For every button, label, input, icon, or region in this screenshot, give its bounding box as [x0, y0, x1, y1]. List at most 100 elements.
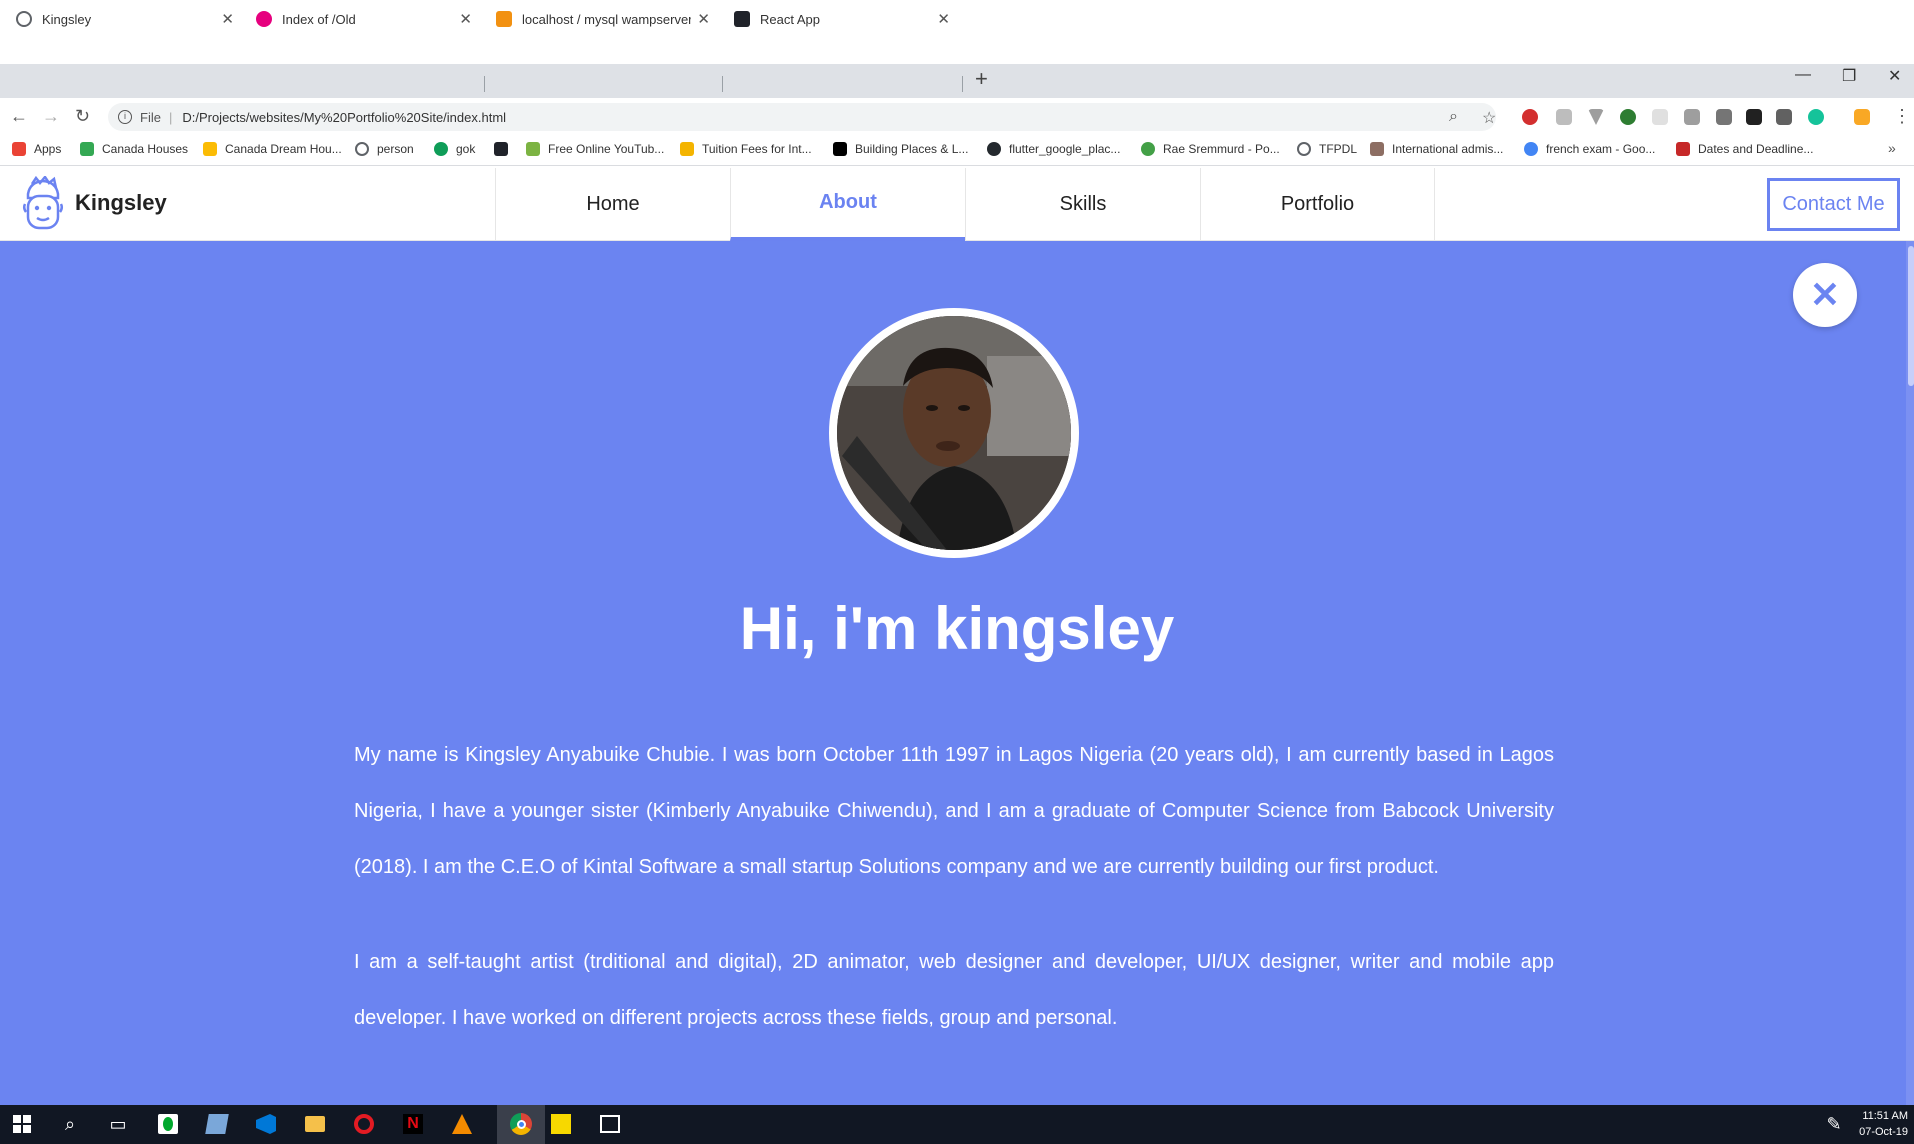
bio-paragraph-2: I am a self-taught artist (trditional an… — [354, 951, 1554, 1029]
bookmark-star-icon[interactable]: ☆ — [1482, 108, 1496, 128]
tab-separator — [722, 76, 723, 92]
extension-gray-icon[interactable] — [1556, 109, 1572, 125]
nav-skills[interactable]: Skills — [965, 168, 1200, 241]
crest-icon — [1676, 142, 1690, 156]
bookmark-label: TFPDL — [1319, 142, 1358, 156]
house-icon — [203, 142, 217, 156]
photos-icon[interactable] — [598, 1112, 622, 1136]
bookmark-react[interactable] — [494, 142, 516, 156]
tab-kingsley[interactable]: Kingsley ✕ — [6, 4, 244, 34]
face-logo-icon[interactable] — [22, 176, 64, 232]
bookmark-label: person — [377, 142, 414, 156]
music-icon — [1141, 142, 1155, 156]
clock-date: 07-Oct-19 — [1859, 1126, 1908, 1138]
file-explorer-icon[interactable] — [303, 1112, 327, 1136]
tab-react-app[interactable]: React App ✕ — [724, 4, 960, 34]
contact-me-button[interactable]: Contact Me — [1767, 178, 1900, 231]
extension-cursor-icon[interactable] — [1746, 109, 1762, 125]
bookmark-label: Apps — [34, 142, 62, 156]
bookmark-french-exam[interactable]: french exam - Goo... — [1524, 142, 1655, 156]
extension-doc-icon[interactable] — [1652, 109, 1668, 125]
extension-pdf-icon[interactable] — [1684, 109, 1700, 125]
bookmark-label: flutter_google_plac... — [1009, 142, 1121, 156]
bookmark-dates[interactable]: Dates and Deadline... — [1676, 142, 1813, 156]
bio-paragraph-1: My name is Kingsley Anyabuike Chubie. I … — [354, 744, 1554, 878]
close-tab-icon[interactable]: ✕ — [221, 10, 234, 28]
nav-portfolio[interactable]: Portfolio — [1200, 168, 1435, 241]
bookmark-label: french exam - Goo... — [1546, 142, 1656, 156]
brand-name[interactable]: Kingsley — [75, 190, 167, 216]
bookmark-tfpdl[interactable]: TFPDL — [1297, 142, 1357, 156]
react-icon — [494, 142, 508, 156]
tab-title: localhost / mysql wampserver / s — [522, 11, 692, 27]
about-headline: Hi, i'm kingsley — [739, 595, 1175, 662]
bookmark-tuition[interactable]: Tuition Fees for Int... — [680, 142, 812, 156]
bookmark-github[interactable]: flutter_google_plac... — [987, 142, 1120, 156]
chrome-icon[interactable] — [509, 1112, 533, 1136]
opera-icon[interactable] — [352, 1112, 376, 1136]
restore-icon[interactable]: ❐ — [1842, 66, 1856, 86]
browser-tab-strip — [0, 64, 1914, 98]
zoom-icon[interactable]: ⌕ — [1449, 108, 1458, 126]
bookmark-label: Canada Dream Hou... — [225, 142, 342, 156]
vscode-icon[interactable] — [254, 1112, 278, 1136]
nav-about[interactable]: About — [730, 168, 965, 241]
profile-avatar-icon[interactable] — [1854, 109, 1870, 125]
netflix-icon[interactable]: N — [401, 1112, 425, 1136]
extension-camera-icon[interactable] — [1716, 109, 1732, 125]
forward-arrow-icon[interactable]: → — [42, 106, 60, 127]
back-arrow-icon[interactable]: ← — [10, 106, 28, 127]
tab-phpmyadmin[interactable]: localhost / mysql wampserver / s ✕ — [486, 4, 720, 34]
scrollbar-thumb[interactable] — [1908, 246, 1914, 386]
extension-adblock-icon[interactable] — [1522, 109, 1538, 125]
shield-icon — [1370, 142, 1384, 156]
window-close-icon[interactable]: ✕ — [1888, 66, 1901, 86]
minimize-icon[interactable]: — — [1795, 66, 1811, 84]
address-bar[interactable]: i File | D:/Projects/websites/My%20Portf… — [108, 103, 1496, 131]
bookmark-canada-dream[interactable]: Canada Dream Hou... — [203, 142, 342, 156]
globe-icon — [355, 142, 369, 156]
search-icon[interactable]: ⌕ — [58, 1112, 82, 1136]
bookmark-medium[interactable]: Building Places & L... — [833, 142, 968, 156]
tab-title: Kingsley — [42, 11, 92, 27]
sticky-notes-icon[interactable] — [549, 1112, 573, 1136]
close-about-button[interactable]: ✕ — [1793, 263, 1857, 327]
reload-icon[interactable]: ↻ — [75, 106, 90, 127]
google-icon — [1524, 142, 1538, 156]
house-icon — [80, 142, 94, 156]
bookmark-gok[interactable]: gok — [434, 142, 475, 156]
pen-workspace-icon[interactable]: ✎ — [1822, 1112, 1846, 1136]
bookmark-label: Canada Houses — [102, 142, 189, 156]
close-tab-icon[interactable]: ✕ — [697, 10, 710, 28]
browser-menu-icon[interactable]: ⋮ — [1893, 106, 1911, 127]
windows-taskbar — [0, 1105, 1914, 1144]
windows-start-icon[interactable] — [10, 1112, 34, 1136]
bookmark-label: Free Online YouTub... — [548, 142, 665, 156]
profile-photo-image — [837, 316, 1071, 550]
bookmark-rae-sremmurd[interactable]: Rae Sremmurd - Po... — [1141, 142, 1280, 156]
evernote-icon[interactable] — [156, 1112, 180, 1136]
bookmark-person[interactable]: person — [355, 142, 414, 156]
bookmark-international[interactable]: International admis... — [1370, 142, 1503, 156]
globe-icon — [1297, 142, 1311, 156]
extension-globe-icon[interactable] — [1620, 109, 1636, 125]
task-view-icon[interactable]: ▭ — [106, 1112, 130, 1136]
extension-code-icon[interactable] — [1776, 109, 1792, 125]
bookmark-youtube-dl[interactable]: Free Online YouTub... — [526, 142, 664, 156]
close-tab-icon[interactable]: ✕ — [937, 10, 950, 28]
info-icon[interactable]: i — [118, 110, 132, 124]
extension-grammarly-icon[interactable] — [1808, 109, 1824, 125]
react-icon — [734, 11, 750, 27]
notepad-icon[interactable] — [205, 1112, 229, 1136]
system-clock[interactable]: 11:51 AM 07-Oct-19 — [1852, 1108, 1908, 1140]
bookmark-canada-houses[interactable]: Canada Houses — [80, 142, 188, 156]
vlc-icon[interactable] — [450, 1112, 474, 1136]
close-tab-icon[interactable]: ✕ — [459, 10, 472, 28]
url-text[interactable]: D:/Projects/websites/My%20Portfolio%20Si… — [182, 110, 506, 125]
tab-index-of-old[interactable]: Index of /Old ✕ — [246, 4, 482, 34]
more-bookmarks-icon[interactable]: » — [1888, 140, 1896, 156]
nav-home[interactable]: Home — [495, 168, 730, 241]
new-tab-icon[interactable]: + — [975, 66, 988, 92]
bookmark-apps[interactable]: Apps — [12, 142, 61, 156]
phpmyadmin-icon — [496, 11, 512, 27]
